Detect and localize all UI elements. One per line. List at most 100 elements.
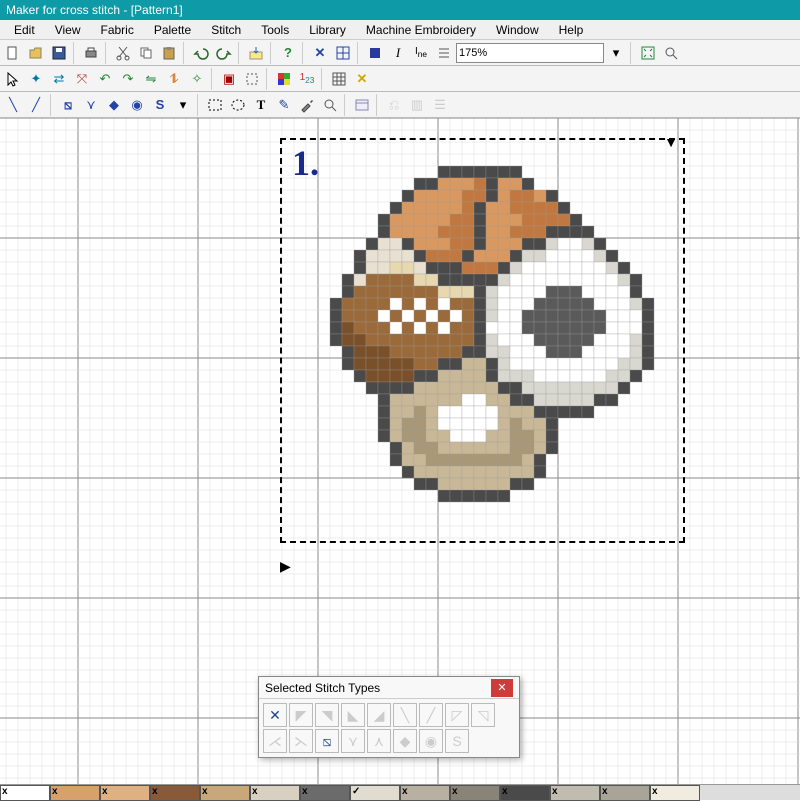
palette-swatch-8[interactable]: x (400, 785, 450, 801)
close-icon[interactable]: ✕ (491, 679, 513, 697)
select-arrow-button[interactable] (2, 68, 24, 90)
sel-tool-c[interactable]: ⤧ (71, 68, 93, 90)
palette-swatch-10[interactable]: x (500, 785, 550, 801)
menu-view[interactable]: View (45, 21, 91, 39)
stitch-v-button[interactable]: ⋎ (80, 94, 102, 116)
paste-button[interactable] (158, 42, 180, 64)
menu-palette[interactable]: Palette (144, 21, 201, 39)
stitch-type-q1[interactable]: ⋌ (263, 729, 287, 753)
zoom-select[interactable] (456, 43, 604, 63)
palette-swatch-11[interactable]: x (550, 785, 600, 801)
rotate-left-button[interactable]: ↶ (94, 68, 116, 90)
numbers-button[interactable]: 123 (296, 68, 318, 90)
new-file-button[interactable] (2, 42, 24, 64)
palette-swatch-13[interactable]: x (650, 785, 700, 801)
menu-library[interactable]: Library (299, 21, 356, 39)
stitch-type-v[interactable]: ⋎ (341, 729, 365, 753)
panel-body: ✕ ◤ ◥ ◣ ◢ ╲ ╱ ◸ ◹ ⋌ ⋋ ⧅ ⋎ ⋏ ◆ ◉ S (259, 699, 519, 757)
palette-swatch-1[interactable]: x (50, 785, 100, 801)
stitch-type-french[interactable]: ◉ (419, 729, 443, 753)
bezier-tool-button[interactable]: ✎ (273, 94, 295, 116)
redo-button[interactable] (213, 42, 235, 64)
menu-tools[interactable]: Tools (251, 21, 299, 39)
mirror-button[interactable]: ✧ (186, 68, 208, 90)
rect-select-button[interactable] (204, 94, 226, 116)
stitch-type-half2[interactable]: ◹ (471, 703, 495, 727)
stitch-type-bead[interactable]: ◆ (393, 729, 417, 753)
menu-machine-embroidery[interactable]: Machine Embroidery (356, 21, 486, 39)
palette-swatch-2[interactable]: x (100, 785, 150, 801)
palette-swatch-3[interactable]: x (150, 785, 200, 801)
stitch-type-half1[interactable]: ◸ (445, 703, 469, 727)
stitch-type-br[interactable]: ◢ (367, 703, 391, 727)
stitch-type-diag2[interactable]: ╱ (419, 703, 443, 727)
stitch-type-q2[interactable]: ⋋ (289, 729, 313, 753)
flip-v-button[interactable]: ⥮ (163, 68, 185, 90)
properties-button[interactable] (351, 94, 373, 116)
stitch-circle-button[interactable]: ◉ (126, 94, 148, 116)
stitch-type-special[interactable]: S (445, 729, 469, 753)
palette-swatch-12[interactable]: x (600, 785, 650, 801)
sel-tool-b[interactable]: ⇄ (48, 68, 70, 90)
palette-swatch-4[interactable]: x (200, 785, 250, 801)
stitch-full-button[interactable]: ╲ (2, 94, 24, 116)
stitch-quarter-button[interactable]: ⧅ (57, 94, 79, 116)
text-tool-button[interactable]: T (250, 94, 272, 116)
full-stitch-button[interactable]: ✕ (309, 42, 331, 64)
italic-button[interactable]: I (387, 42, 409, 64)
panel-titlebar[interactable]: Selected Stitch Types ✕ (259, 677, 519, 699)
flip-h-button[interactable]: ⇋ (140, 68, 162, 90)
canvas[interactable]: 1. ▶ ▼ Selected Stitch Types ✕ ✕ ◤ ◥ ◣ ◢… (0, 118, 800, 784)
palette-swatch-7[interactable]: ✓ (350, 785, 400, 801)
stitch-type-vdown[interactable]: ⋏ (367, 729, 391, 753)
magnify-button[interactable] (319, 94, 341, 116)
cut-button[interactable] (112, 42, 134, 64)
stitch-type-full[interactable]: ✕ (263, 703, 287, 727)
menu-edit[interactable]: Edit (4, 21, 45, 39)
print-button[interactable] (80, 42, 102, 64)
center-button[interactable]: ▣ (218, 68, 240, 90)
menu-help[interactable]: Help (549, 21, 594, 39)
help-button[interactable]: ? (277, 42, 299, 64)
line-button[interactable]: Ine (410, 42, 432, 64)
import-button[interactable] (245, 42, 267, 64)
stitch-s-button[interactable]: S (149, 94, 171, 116)
eyedrop-button[interactable] (296, 94, 318, 116)
stitch-half-button[interactable]: ╱ (25, 94, 47, 116)
grid-x-button[interactable]: ✕ (351, 68, 373, 90)
palette-swatch-6[interactable]: x (300, 785, 350, 801)
grid-stitch-button[interactable] (332, 42, 354, 64)
separator (73, 42, 77, 64)
copy-button[interactable] (135, 42, 157, 64)
palette-swatch-9[interactable]: x (450, 785, 500, 801)
stitch-type-back[interactable]: ⧅ (315, 729, 339, 753)
color-swatch-button[interactable] (273, 68, 295, 90)
zoom-dropdown-button[interactable]: ▾ (605, 42, 627, 64)
stitch-more-button[interactable]: ▾ (172, 94, 194, 116)
menu-stitch[interactable]: Stitch (201, 21, 251, 39)
save-button[interactable] (48, 42, 70, 64)
list-button[interactable] (433, 42, 455, 64)
rotate-right-button[interactable]: ↷ (117, 68, 139, 90)
undo-button[interactable] (190, 42, 212, 64)
zoom-tool-button[interactable] (660, 42, 682, 64)
separator (321, 68, 325, 90)
menu-fabric[interactable]: Fabric (90, 21, 143, 39)
palette-swatch-5[interactable]: x (250, 785, 300, 801)
palette-swatch-0[interactable]: x (0, 785, 50, 801)
stitch-type-bl[interactable]: ◣ (341, 703, 365, 727)
crop-button[interactable] (241, 68, 263, 90)
stitch-dot-button[interactable]: ◆ (103, 94, 125, 116)
stitch-type-tr[interactable]: ◥ (315, 703, 339, 727)
fit-screen-button[interactable] (637, 42, 659, 64)
fill-color-button[interactable] (364, 42, 386, 64)
grid-toggle-button[interactable] (328, 68, 350, 90)
separator (266, 68, 270, 90)
ellipse-select-button[interactable] (227, 94, 249, 116)
stitch-type-diag1[interactable]: ╲ (393, 703, 417, 727)
stitch-types-panel[interactable]: Selected Stitch Types ✕ ✕ ◤ ◥ ◣ ◢ ╲ ╱ ◸ … (258, 676, 520, 758)
sel-tool-a[interactable]: ✦ (25, 68, 47, 90)
menu-window[interactable]: Window (486, 21, 549, 39)
open-file-button[interactable] (25, 42, 47, 64)
stitch-type-tl[interactable]: ◤ (289, 703, 313, 727)
